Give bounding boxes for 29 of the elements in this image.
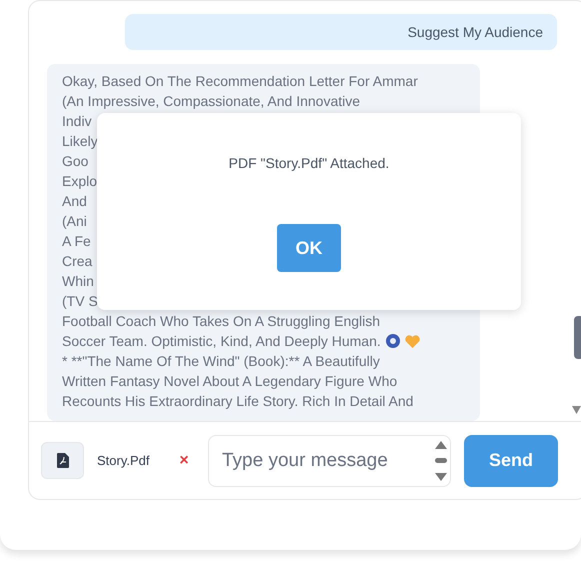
message-text: Written Fantasy Novel About A Legendary Figure Who (62, 372, 398, 392)
message-text: (TV S (62, 292, 98, 312)
message-text: Okay, Based On The Recommendation Letter For Ammar (62, 72, 418, 92)
message-input[interactable]: Type your message (208, 434, 451, 487)
ok-button[interactable]: OK (277, 224, 341, 272)
message-text: Whin (62, 272, 94, 292)
attachment-name: Story.Pdf (97, 452, 151, 470)
message-text: Football Coach Who Takes On A Struggling English (62, 312, 380, 332)
message-text: * **"The Name Of The Wind" (Book):** A Beautifully (62, 352, 380, 372)
message-text: Soccer Team. Optimistic, Kind, And Deeply Human. (62, 332, 381, 352)
dialog-message: PDF "Story.Pdf" Attached. (228, 154, 390, 173)
message-text: Crea (62, 252, 92, 272)
message-text: Indiv (62, 112, 92, 132)
message-text: (An Impressive, Compassionate, And Innovative (62, 92, 360, 112)
send-button[interactable]: Send (464, 434, 558, 487)
remove-attachment-button[interactable]: × (177, 448, 191, 473)
message-text: Likely (62, 132, 98, 152)
message-text: And (62, 192, 87, 212)
message-text: Suggest My Audience (408, 24, 543, 40)
scrollbar-thumb[interactable] (574, 316, 581, 359)
heart-icon (404, 334, 420, 348)
spinner-arrows-icon[interactable] (434, 440, 448, 481)
message-text: Explo (62, 172, 98, 192)
message-text: A Fe (62, 232, 91, 252)
pdf-file-icon (56, 453, 68, 468)
message-text: (Ani (62, 212, 87, 232)
message-text: Goo (62, 152, 88, 172)
message-text: Recounts His Extraordinary Life Story. Rich In Detail And (62, 392, 414, 412)
scroll-down-arrow-icon[interactable] (572, 406, 581, 414)
